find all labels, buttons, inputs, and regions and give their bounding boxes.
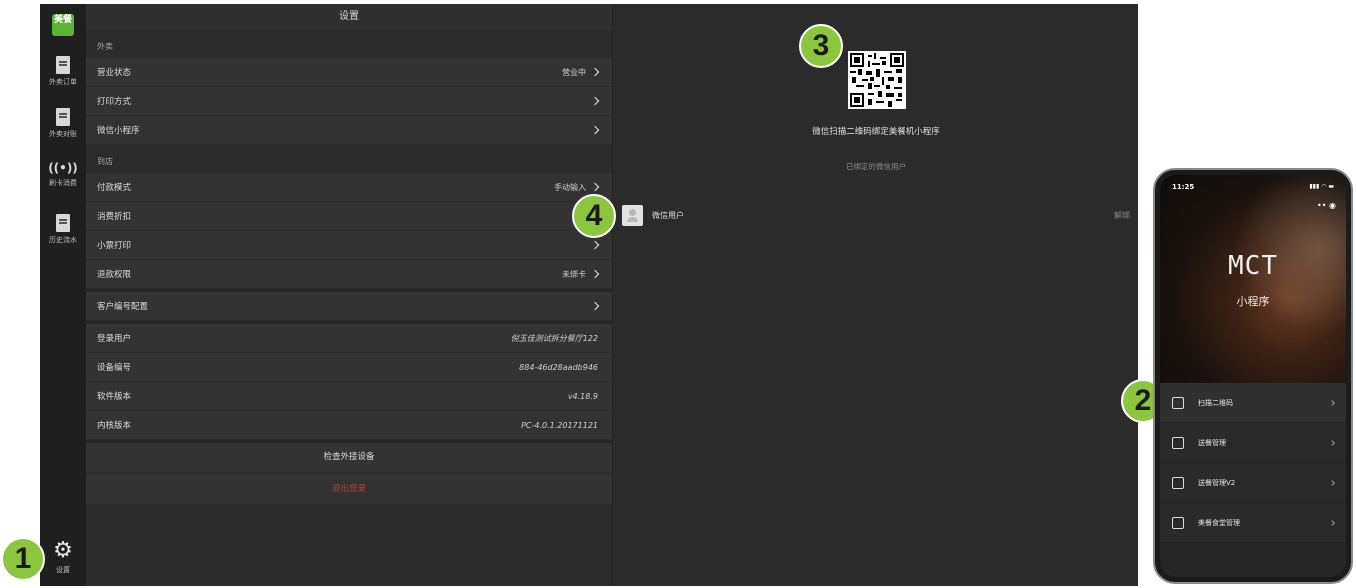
setting-label: 打印方式 xyxy=(97,97,132,107)
info-row-software-version: 软件版本 v4.18.9 xyxy=(86,382,612,411)
info-value: v4.18.9 xyxy=(567,391,598,401)
qr-caption: 微信扫描二维码绑定美餐机小程序 xyxy=(812,127,940,137)
menu-item-delivery[interactable]: 送餐管理 xyxy=(1160,423,1346,463)
chevron-right-icon xyxy=(590,269,600,279)
desktop-app-window: 美餐 外卖订单 外卖对账 ((•)) 刷卡消费 历史流水 ⚙ 设置 设置 外卖 … xyxy=(40,4,1138,586)
sidebar-item-settings[interactable]: ⚙ 设置 xyxy=(40,540,86,575)
setting-label: 消费折扣 xyxy=(97,212,132,222)
callout-badge-1: 1 xyxy=(1,537,45,581)
menu-item-delivery-v2[interactable]: 送餐管理V2 xyxy=(1160,463,1346,503)
qr-code xyxy=(848,51,906,109)
menu-item-canteen[interactable]: 美餐食堂管理 xyxy=(1160,503,1346,543)
document-icon xyxy=(56,108,70,126)
check-devices-button[interactable]: 检查外接设备 xyxy=(86,443,612,472)
gear-icon: ⚙ xyxy=(53,538,73,563)
document-icon xyxy=(1172,476,1184,489)
unbind-button[interactable]: 解绑 xyxy=(1114,210,1130,221)
menu-item-label: 扫描二维码 xyxy=(1198,398,1233,407)
chevron-right-icon xyxy=(590,96,600,106)
sidebar-item-history[interactable]: 历史流水 xyxy=(40,214,86,245)
phone-mockup: 11:25 ▮▮▮ ◠ ▬ •• ◉ MCT 小程序 扫描二维码 送餐管理 送餐… xyxy=(1153,168,1353,584)
hero-subtitle: 小程序 xyxy=(1236,295,1270,308)
section-header-takeout: 外卖 xyxy=(86,30,612,58)
document-icon xyxy=(56,214,70,232)
chevron-right-icon xyxy=(1329,519,1335,526)
callout-badge-3: 3 xyxy=(799,24,843,68)
app-logo: 美餐 xyxy=(52,14,74,36)
menu-item-label: 美餐食堂管理 xyxy=(1198,518,1240,527)
setting-label: 付款模式 xyxy=(97,183,132,193)
chevron-right-icon xyxy=(1329,399,1335,406)
user-name: 微信用户 xyxy=(652,210,684,220)
menu-item-label: 送餐管理 xyxy=(1198,438,1226,447)
setting-label: 小票打印 xyxy=(97,241,132,251)
sidebar-item-card-payment[interactable]: ((•)) 刷卡消费 xyxy=(40,161,86,188)
setting-row-discount[interactable]: 消费折扣 xyxy=(86,202,612,231)
info-value: 倪玉佳测试拆分餐厅122 xyxy=(510,333,598,343)
page-title: 设置 xyxy=(86,4,612,30)
chevron-right-icon xyxy=(590,301,600,311)
menu-item-label: 送餐管理V2 xyxy=(1198,478,1236,487)
sidebar-item-label: 设置 xyxy=(56,566,70,574)
info-label: 软件版本 xyxy=(97,392,132,402)
setting-label: 营业状态 xyxy=(97,68,132,78)
sidebar-item-label: 历史流水 xyxy=(49,236,77,244)
info-value: PC-4.0.1.20171121 xyxy=(521,420,598,430)
section-header-in-store: 到店 xyxy=(86,145,612,173)
logout-button[interactable]: 退出登录 xyxy=(86,475,612,504)
scan-icon xyxy=(1172,396,1184,409)
setting-row-refund-permission[interactable]: 退款权限 未绑卡 xyxy=(86,260,612,289)
chevron-right-icon xyxy=(590,240,600,250)
sidebar-item-label: 外卖对账 xyxy=(49,130,77,138)
info-row-login-user: 登录用户 倪玉佳测试拆分餐厅122 xyxy=(86,324,612,353)
phone-screen: 11:25 ▮▮▮ ◠ ▬ •• ◉ MCT 小程序 扫描二维码 送餐管理 送餐… xyxy=(1160,175,1346,577)
chevron-right-icon xyxy=(590,125,600,135)
document-icon xyxy=(56,56,70,74)
info-row-kernel-version: 内核版本 PC-4.0.1.20171121 xyxy=(86,411,612,440)
setting-value: 手动输入 xyxy=(554,182,586,192)
setting-row-wechat-miniprogram[interactable]: 微信小程序 xyxy=(86,116,612,145)
sidebar: 美餐 外卖订单 外卖对账 ((•)) 刷卡消费 历史流水 ⚙ 设置 xyxy=(40,4,86,586)
bound-users-title: 已绑定的微信用户 xyxy=(846,162,906,171)
info-label: 设备编号 xyxy=(97,363,132,373)
setting-value: 营业中 xyxy=(562,67,586,77)
setting-label: 微信小程序 xyxy=(97,126,140,136)
settings-panel: 设置 外卖 营业状态 营业中 打印方式 微信小程序 到店 付款模式 手动输入 消… xyxy=(86,4,613,586)
callout-badge-4: 4 xyxy=(572,194,616,238)
sidebar-item-label: 外卖订单 xyxy=(49,78,77,86)
chevron-right-icon xyxy=(1329,479,1335,486)
hero-title: MCT xyxy=(1228,251,1278,281)
qr-code-pattern xyxy=(850,53,904,107)
setting-value: 未绑卡 xyxy=(562,269,586,279)
avatar xyxy=(622,204,643,226)
info-label: 登录用户 xyxy=(97,334,132,344)
sidebar-item-takeout-reconciliation[interactable]: 外卖对账 xyxy=(40,108,86,139)
setting-label: 客户编号配置 xyxy=(97,302,149,312)
status-icons: ▮▮▮ ◠ ▬ xyxy=(1309,183,1334,190)
setting-row-customer-code[interactable]: 客户编号配置 xyxy=(86,292,612,321)
mini-program-capsule[interactable]: •• ◉ xyxy=(1317,201,1336,210)
sidebar-item-takeout-orders[interactable]: 外卖订单 xyxy=(40,56,86,87)
info-value: 884-46d28aadb946 xyxy=(519,362,598,372)
chevron-right-icon xyxy=(1329,439,1335,446)
chevron-right-icon xyxy=(590,67,600,77)
setting-row-receipt-print[interactable]: 小票打印 xyxy=(86,231,612,260)
info-label: 内核版本 xyxy=(97,421,132,431)
setting-row-payment-mode[interactable]: 付款模式 手动输入 xyxy=(86,173,612,202)
phone-menu: 扫描二维码 送餐管理 送餐管理V2 美餐食堂管理 xyxy=(1160,383,1346,543)
setting-label: 退款权限 xyxy=(97,270,132,280)
status-time: 11:25 xyxy=(1172,183,1195,191)
bound-user-row: 微信用户 解绑 xyxy=(622,204,1130,226)
sidebar-item-label: 刷卡消费 xyxy=(49,179,77,187)
wechat-binding-panel: 微信扫描二维码绑定美餐机小程序 已绑定的微信用户 微信用户 解绑 xyxy=(614,4,1138,586)
document-icon xyxy=(1172,436,1184,449)
setting-row-print-mode[interactable]: 打印方式 xyxy=(86,87,612,116)
chevron-right-icon xyxy=(590,182,600,192)
info-row-device-id: 设备编号 884-46d28aadb946 xyxy=(86,353,612,382)
menu-item-scan-qr[interactable]: 扫描二维码 xyxy=(1160,383,1346,423)
store-icon xyxy=(1172,516,1184,529)
broadcast-icon: ((•)) xyxy=(48,161,78,175)
setting-row-business-status[interactable]: 营业状态 营业中 xyxy=(86,58,612,87)
